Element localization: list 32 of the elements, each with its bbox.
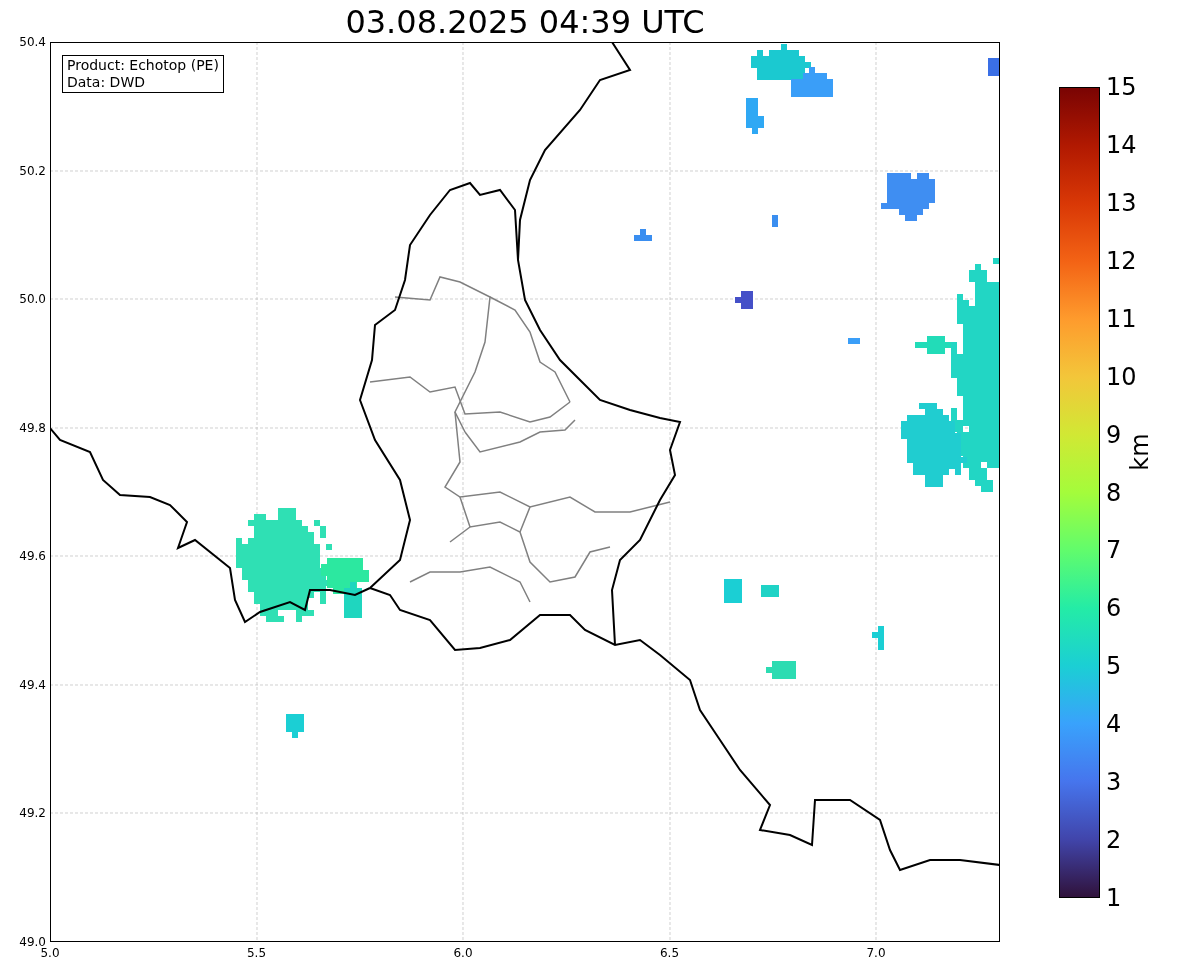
colorbar-tick-label: 5 <box>1106 651 1122 683</box>
axis-tick-label: 50.0 <box>19 291 46 309</box>
info-text: Product: Echotop (PE) <box>67 57 219 74</box>
axis-tick-label: 7.0 <box>866 945 886 962</box>
colorbar-tick-label: 12 <box>1106 245 1137 277</box>
colorbar-tick-label: 9 <box>1106 419 1122 451</box>
axis-tick-label: 6.0 <box>453 945 473 962</box>
colorbar-tick-label: 14 <box>1106 129 1137 161</box>
axis-tick-label: 5.5 <box>246 945 267 962</box>
colorbar-tick-label: 6 <box>1106 593 1122 625</box>
axis-tick-label: 6.5 <box>659 945 680 962</box>
colorbar-tick-label: 2 <box>1106 825 1122 857</box>
colorbar-label: km <box>1125 433 1155 471</box>
axis-tick-label: 50.2 <box>19 162 46 180</box>
colorbar-tick-label: 8 <box>1106 477 1122 509</box>
colorbar-tick-label: 4 <box>1106 709 1122 741</box>
axis-tick-label: 5.0 <box>40 946 60 962</box>
axis-tick-label: 49.4 <box>19 676 46 694</box>
colorbar-tick-label: 15 <box>1106 72 1137 103</box>
colorbar-tick-label: 10 <box>1106 361 1137 393</box>
axis-tick-label: 49.6 <box>19 548 46 566</box>
colorbar-tick-label: 1 <box>1106 883 1122 914</box>
colorbar-tick-label: 7 <box>1106 535 1122 567</box>
chart-title: 03.08.2025 04:39 UTC <box>344 2 706 42</box>
info-text: Data: DWD <box>67 74 146 91</box>
axis-tick-label: 49.2 <box>19 805 46 823</box>
axis-tick-label: 49.8 <box>19 419 46 437</box>
colorbar-tick-label: 13 <box>1106 187 1137 219</box>
axis-tick-label: 49.0 <box>19 934 46 949</box>
colorbar-tick-label: 3 <box>1106 767 1122 799</box>
axis-tick-label: 50.4 <box>19 34 46 51</box>
colorbar-tick-label: 11 <box>1106 303 1137 335</box>
